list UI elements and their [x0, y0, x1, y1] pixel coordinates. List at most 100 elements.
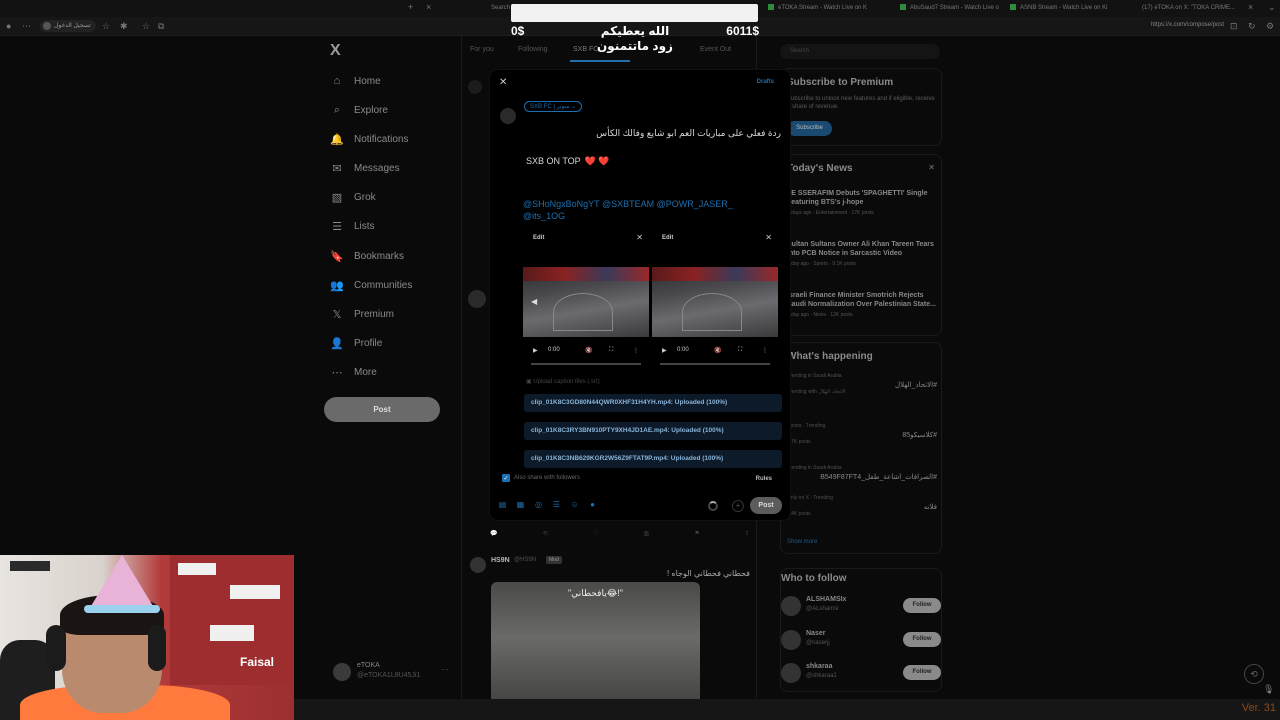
- video-preview[interactable]: [652, 267, 778, 337]
- reload-icon[interactable]: ↻: [1248, 21, 1256, 32]
- location-icon[interactable]: ●: [588, 500, 597, 509]
- news-item[interactable]: Sultan Sultans Owner Ali Khan Tareen Tea…: [787, 240, 937, 267]
- follow-button[interactable]: Follow: [903, 632, 941, 647]
- url-field[interactable]: https://x.com/compose/post: [1151, 22, 1224, 28]
- views-icon[interactable]: ▥: [643, 530, 649, 537]
- browser-tab[interactable]: eTOKA Stream - Watch Live on K: [768, 2, 878, 15]
- follow-button[interactable]: Follow: [903, 598, 941, 613]
- attached-video-1[interactable]: Edit ✕ ◀ ▶ 0:00 🔇 ⛶ ⋮: [523, 230, 649, 366]
- chevron-down-icon[interactable]: ⌄: [1268, 2, 1276, 13]
- nav-item-home[interactable]: ⌂ Home: [330, 71, 381, 91]
- reply-icon[interactable]: 💬: [490, 530, 497, 537]
- browser-tab[interactable]: ASNB Stream - Watch Live on Ki: [1010, 2, 1122, 15]
- video-preview[interactable]: ◀: [523, 267, 649, 337]
- nav-item-notifications[interactable]: 🔔 Notifications: [330, 129, 408, 149]
- edit-media-button[interactable]: Edit: [533, 235, 544, 241]
- more-icon[interactable]: ⋮: [762, 347, 768, 354]
- nav-item-explore[interactable]: ⌕ Explore: [330, 100, 388, 120]
- browser-tab[interactable]: Search: [491, 2, 510, 15]
- nav-item-lists[interactable]: ☰ Lists: [330, 216, 375, 236]
- bookmark-star-icon[interactable]: ☆: [142, 21, 150, 32]
- scroll-to-top-icon[interactable]: ⟲: [1244, 664, 1264, 684]
- attached-video-2[interactable]: Edit ✕ ▶ 0:00 🔇 ⛶ ⋮: [652, 230, 778, 366]
- tab-sxb-fc[interactable]: SXB FC: [573, 46, 598, 53]
- close-icon[interactable]: ✕: [499, 77, 507, 88]
- x-logo[interactable]: X: [330, 42, 341, 60]
- nav-item-messages[interactable]: ✉ Messages: [330, 158, 399, 178]
- post-text-arabic[interactable]: ردة فعلي على مباريات العم ابو شايع وفالك…: [596, 128, 781, 139]
- star-icon[interactable]: ☆: [102, 21, 110, 32]
- upload-captions[interactable]: ▣ Upload caption files (.srt): [526, 378, 600, 385]
- play-icon[interactable]: ▶: [533, 347, 538, 354]
- more-icon[interactable]: ⋮: [633, 347, 639, 354]
- remove-media-icon[interactable]: ✕: [636, 233, 643, 242]
- close-icon[interactable]: ✕: [928, 163, 935, 172]
- tab-for-you[interactable]: For you: [470, 46, 494, 53]
- trend-item[interactable]: Only on X · Trending فلانه 1.4K posts: [787, 495, 937, 517]
- post-mentions[interactable]: @SHoNgxBoNgYT @SXBTEAM @POWR_JASER_ @its…: [523, 198, 753, 222]
- trend-item[interactable]: Trending in Saudi Arabia #الصرافات_اشاعة…: [787, 465, 937, 481]
- news-item[interactable]: LE SSERAFIM Debuts 'SPAGHETTI' Single Fe…: [787, 189, 937, 216]
- nav-item-more[interactable]: ⋯ More: [330, 362, 377, 382]
- post-text-line[interactable]: SXB ON TOP ❤️ ❤️: [526, 156, 610, 167]
- fullscreen-icon[interactable]: ⛶: [609, 347, 613, 354]
- video-progress[interactable]: [531, 363, 641, 365]
- grok-icon[interactable]: ◎: [534, 500, 543, 509]
- tweet-author-name[interactable]: HS9N: [491, 557, 510, 564]
- lock-icon[interactable]: ⊡: [1230, 21, 1238, 32]
- share-icon[interactable]: ⇪: [745, 530, 750, 537]
- mute-icon[interactable]: 🔇: [585, 347, 592, 354]
- profile-chip[interactable]: تسجيل الدخول: [40, 20, 96, 32]
- trend-item[interactable]: Sports · Trending #كلاسيكو85 1.7K posts: [787, 423, 937, 445]
- follow-suggestion[interactable]: ALSHAMSIx @ALshamsi Follow: [781, 593, 941, 619]
- news-item[interactable]: Israeli Finance Minister Smotrich Reject…: [787, 291, 937, 318]
- tab-switch-icon[interactable]: ⧉: [158, 21, 164, 32]
- follow-suggestion[interactable]: Naser @naserjj Follow: [781, 627, 941, 653]
- trend-item[interactable]: Trending in Saudi Arabia #الاتحاد_الهلال…: [787, 373, 937, 395]
- also-share-option[interactable]: ✓ Also share with followers: [502, 474, 580, 482]
- nav-item-premium[interactable]: 𝕏 Premium: [330, 304, 394, 324]
- gif-icon[interactable]: ▦: [516, 500, 525, 509]
- tab-following[interactable]: Following: [518, 46, 548, 53]
- mic-icon[interactable]: 🎙: [1263, 684, 1274, 695]
- add-post-icon[interactable]: +: [732, 500, 744, 512]
- nav-item-grok[interactable]: ▧ Grok: [330, 187, 376, 207]
- rules-link[interactable]: Rules: [756, 476, 772, 482]
- audience-selector[interactable]: SXB FC | سوبر ⌄: [524, 101, 583, 112]
- nav-item-profile[interactable]: 👤 Profile: [330, 333, 382, 353]
- extensions-icon[interactable]: ✱: [120, 21, 128, 32]
- video-progress[interactable]: [660, 363, 770, 365]
- poll-icon[interactable]: ☰: [552, 500, 561, 509]
- new-tab-icon[interactable]: +: [408, 2, 413, 12]
- edit-media-button[interactable]: Edit: [662, 235, 673, 241]
- search-input[interactable]: Search: [780, 44, 940, 59]
- subscribe-button[interactable]: Subscribe: [787, 121, 832, 136]
- nav-item-bookmarks[interactable]: 🔖 Bookmarks: [330, 246, 404, 266]
- follow-button[interactable]: Follow: [903, 665, 941, 680]
- browser-tab[interactable]: AbuSaud7 Stream - Watch Live o: [900, 2, 1010, 15]
- more-icon[interactable]: ···: [441, 665, 449, 674]
- close-tab-icon[interactable]: ×: [426, 2, 431, 12]
- emoji-icon[interactable]: ☺: [570, 500, 579, 509]
- more-icon[interactable]: ⋯: [22, 21, 31, 32]
- close-tab-icon[interactable]: ×: [1248, 2, 1253, 12]
- mute-icon[interactable]: 🔇: [714, 347, 721, 354]
- nav-item-communities[interactable]: 👥 Communities: [330, 275, 412, 295]
- fullscreen-icon[interactable]: ⛶: [738, 347, 742, 354]
- browser-tab-active[interactable]: (17) eTOKA on X: "TOKA CRIME...: [1142, 2, 1252, 15]
- account-switcher[interactable]: eTOKA @eTOKA1L8U45Ji1 ···: [333, 660, 449, 684]
- play-icon[interactable]: ▶: [662, 347, 667, 354]
- tab-event-out[interactable]: Event Out: [700, 46, 731, 53]
- like-icon[interactable]: ♡: [593, 530, 598, 537]
- settings-icon[interactable]: ⚙: [1266, 21, 1274, 32]
- drafts-button[interactable]: Drafts: [757, 79, 774, 85]
- remove-media-icon[interactable]: ✕: [765, 233, 772, 242]
- post-button[interactable]: Post: [324, 397, 440, 422]
- post-submit-button[interactable]: Post: [750, 497, 782, 514]
- show-more-link[interactable]: Show more: [787, 539, 817, 545]
- bookmark-icon[interactable]: ⚑: [694, 530, 699, 537]
- repost-icon[interactable]: ⟲: [543, 530, 548, 537]
- image-icon[interactable]: ▤: [498, 500, 507, 509]
- follow-suggestion[interactable]: shkaraa @shkaraa1 Follow: [781, 660, 941, 686]
- checkbox-checked-icon[interactable]: ✓: [502, 474, 510, 482]
